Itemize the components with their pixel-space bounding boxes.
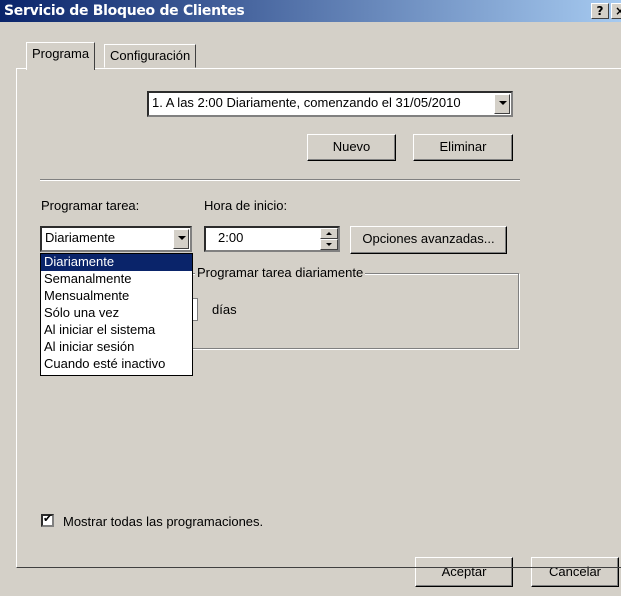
tab-programa[interactable]: Programa [26, 42, 96, 70]
tab-label: Programa [32, 46, 90, 61]
spin-up-icon[interactable] [320, 228, 338, 239]
tab-label: Configuración [110, 48, 191, 63]
hora-inicio-label: Hora de inicio: [204, 198, 288, 213]
task-type-value: Diariamente [45, 230, 116, 245]
start-time-value: 2:00 [218, 230, 244, 245]
list-item[interactable]: Mensualmente [41, 288, 192, 305]
list-item[interactable]: Al iniciar sesión [41, 339, 192, 356]
time-spinner[interactable] [320, 228, 338, 250]
title-bar[interactable]: Servicio de Bloqueo de Clientes ? × [0, 0, 621, 22]
start-time-input[interactable]: 2:00 [204, 226, 340, 252]
window-title: Servicio de Bloqueo de Clientes [4, 3, 245, 19]
task-type-select[interactable]: Diariamente [40, 226, 192, 252]
close-button[interactable]: × [611, 3, 621, 19]
spin-down-icon[interactable] [320, 239, 338, 250]
group-legend: Programar tarea diariamente [195, 265, 366, 280]
help-button[interactable]: ? [591, 3, 609, 19]
opciones-avanzadas-button[interactable]: Opciones avanzadas... [350, 226, 507, 254]
schedule-select-value: 1. A las 2:00 Diariamente, comenzando el… [152, 95, 461, 110]
dias-label: días [212, 302, 237, 317]
separator [40, 179, 520, 181]
list-item[interactable]: Al iniciar el sistema [41, 322, 192, 339]
show-all-label[interactable]: Mostrar todas las programaciones. [63, 514, 263, 529]
nuevo-button[interactable]: Nuevo [307, 134, 396, 161]
list-item[interactable]: Diariamente [41, 254, 192, 271]
eliminar-button[interactable]: Eliminar [413, 134, 513, 161]
task-type-dropdown[interactable]: Diariamente Semanalmente Mensualmente Só… [40, 253, 193, 376]
list-item[interactable]: Cuando esté inactivo [41, 356, 192, 373]
chevron-down-icon[interactable] [494, 94, 510, 114]
list-item[interactable]: Sólo una vez [41, 305, 192, 322]
schedule-select[interactable]: 1. A las 2:00 Diariamente, comenzando el… [147, 91, 513, 117]
tab-configuracion[interactable]: Configuración [104, 44, 197, 68]
chevron-down-icon[interactable] [173, 229, 189, 249]
list-item[interactable]: Semanalmente [41, 271, 192, 288]
programar-tarea-label: Programar tarea: [41, 198, 140, 213]
show-all-checkbox[interactable] [41, 512, 54, 527]
